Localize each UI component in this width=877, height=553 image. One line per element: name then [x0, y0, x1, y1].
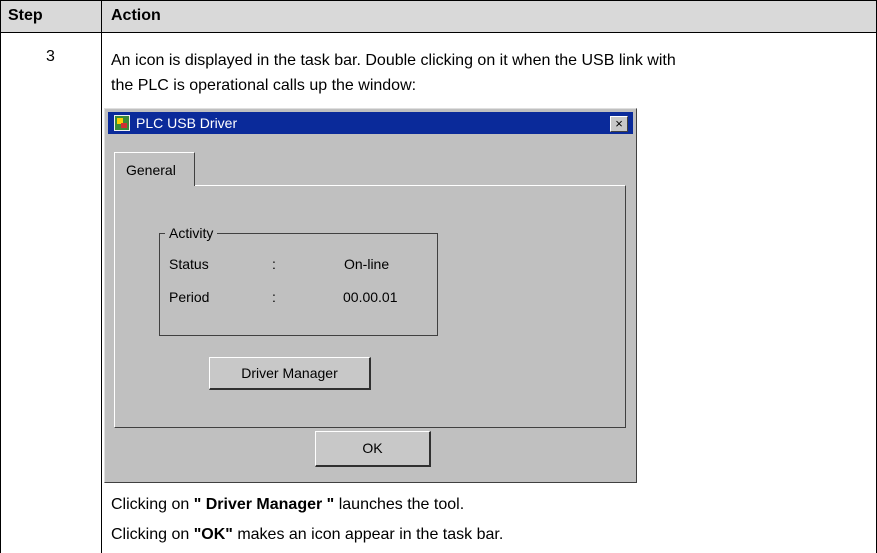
- activity-group-label: Activity: [165, 225, 218, 241]
- window-titlebar[interactable]: PLC USB Driver ×: [108, 112, 633, 134]
- close-icon: ×: [615, 116, 623, 131]
- close-button[interactable]: ×: [610, 116, 628, 132]
- status-label: Status: [169, 256, 209, 272]
- footer-1-prefix: Clicking on: [111, 496, 194, 513]
- step-number: 3: [46, 48, 55, 65]
- table-column-divider: [101, 0, 102, 553]
- footer-line-1: Clicking on " Driver Manager " launches …: [111, 496, 464, 514]
- status-value: On-line: [344, 256, 390, 272]
- period-separator: :: [272, 289, 276, 305]
- status-separator: :: [272, 256, 276, 272]
- period-label: Period: [169, 289, 210, 305]
- table-header-border: [0, 32, 877, 33]
- footer-2-emphasis: "OK": [193, 526, 233, 543]
- header-action: Action: [111, 7, 161, 24]
- footer-2-prefix: Clicking on: [111, 526, 194, 543]
- table-top-border: [0, 0, 877, 1]
- procedure-table: Step Action 3 An icon is displayed in th…: [0, 0, 877, 553]
- action-intro-line-2: the PLC is operational calls up the wind…: [111, 77, 417, 94]
- footer-2-suffix: makes an icon appear in the task bar.: [232, 526, 504, 543]
- action-intro-line-1: An icon is displayed in the task bar. Do…: [111, 52, 676, 69]
- driver-manager-button[interactable]: Driver Manager: [209, 357, 371, 390]
- tab-general-label: General: [126, 162, 176, 178]
- header-step: Step: [8, 7, 43, 24]
- plc-usb-driver-icon: [114, 115, 130, 131]
- footer-1-emphasis: " Driver Manager ": [193, 496, 335, 513]
- activity-group: [159, 233, 438, 336]
- action-intro: An icon is displayed in the task bar. Do…: [111, 48, 866, 98]
- ok-button[interactable]: OK: [315, 431, 431, 467]
- footer-line-2: Clicking on "OK" makes an icon appear in…: [111, 526, 503, 544]
- footer-1-suffix: launches the tool.: [334, 496, 465, 513]
- tab-general[interactable]: General: [114, 152, 195, 186]
- period-value: 00.00.01: [343, 289, 398, 305]
- plc-usb-driver-window: PLC USB Driver × General Activity Status…: [104, 108, 637, 483]
- table-left-border: [0, 0, 1, 553]
- window-title: PLC USB Driver: [136, 115, 238, 131]
